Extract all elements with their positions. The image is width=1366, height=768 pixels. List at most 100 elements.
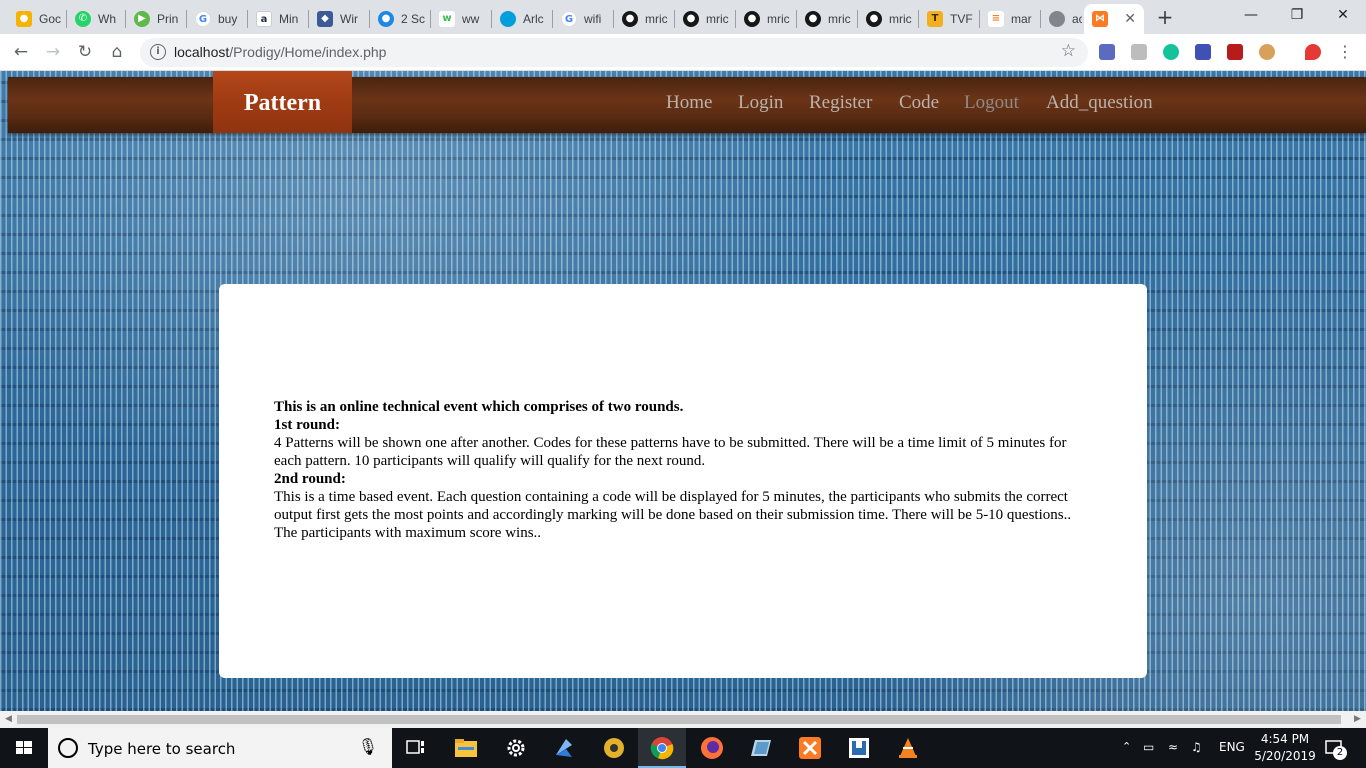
horizontal-scrollbar[interactable]: ◀ ▶ — [0, 711, 1366, 728]
browser-tab[interactable]: ● Goc — [8, 4, 63, 34]
github-icon: ● — [622, 11, 638, 27]
vlc-icon[interactable] — [884, 728, 932, 768]
browser-tab[interactable]: ✆ Wh — [67, 4, 122, 34]
tab-label: TVF — [950, 12, 973, 26]
tab-label: wifi — [584, 12, 602, 26]
scroll-right-icon[interactable]: ▶ — [1354, 714, 1361, 724]
start-button[interactable] — [0, 728, 48, 768]
app-icon[interactable] — [540, 728, 588, 768]
nav-logout[interactable]: Logout — [964, 92, 1019, 114]
settings-gear-icon[interactable] — [492, 728, 540, 768]
tab-label: mric — [828, 12, 851, 26]
reload-button[interactable]: ↻ — [72, 40, 98, 66]
round1-text: 4 Patterns will be shown one after anoth… — [274, 435, 1067, 469]
nav-home[interactable]: Home — [666, 92, 712, 114]
xampp-icon: ⋈ — [1092, 11, 1108, 27]
xampp-icon[interactable] — [786, 728, 834, 768]
cookie-extension-icon[interactable] — [1259, 44, 1275, 60]
browser-tab[interactable]: w ww — [431, 4, 489, 34]
menu-icon[interactable]: ⋮ — [1337, 42, 1353, 61]
media-app-icon[interactable] — [590, 728, 638, 768]
lastpass-icon[interactable] — [1305, 44, 1321, 60]
volume-icon[interactable]: ♫ — [1191, 740, 1202, 754]
tab-label: buy — [218, 12, 238, 26]
app-icon[interactable] — [835, 728, 883, 768]
extension-icon[interactable] — [1195, 44, 1211, 60]
tab-label: mric — [645, 12, 668, 26]
browser-tab[interactable]: T TVF — [919, 4, 977, 34]
browser-tab[interactable]: ● mric — [858, 4, 916, 34]
bookmark-star-icon[interactable]: ☆ — [1061, 41, 1076, 61]
task-view-icon[interactable] — [392, 728, 440, 768]
browser-tab[interactable]: ◆ Wir — [309, 4, 367, 34]
browser-tab-active[interactable]: ⋈ ✕ — [1084, 4, 1144, 34]
file-explorer-icon[interactable] — [442, 728, 490, 768]
clock[interactable]: 4:54 PM 5/20/2019 — [1250, 731, 1320, 765]
google-icon: G — [195, 11, 211, 27]
whatsapp-icon: ✆ — [75, 11, 91, 27]
nav-login[interactable]: Login — [738, 92, 783, 114]
scrollbar-thumb[interactable] — [17, 715, 1341, 724]
search-placeholder: Type here to search — [88, 740, 236, 758]
browser-tab[interactable]: ≡ mar — [980, 4, 1038, 34]
tab-label: mric — [889, 12, 912, 26]
browser-tab[interactable]: a Min — [248, 4, 306, 34]
notification-center-icon[interactable]: 2 — [1324, 738, 1347, 760]
chrome-icon[interactable] — [638, 728, 686, 768]
tab-label: Arlc — [523, 12, 544, 26]
browser-tab[interactable]: Gbuy — [187, 4, 245, 34]
browser-tab[interactable]: Gwifi — [553, 4, 611, 34]
browser-tab[interactable]: ● mric — [675, 4, 733, 34]
browser-tab[interactable]: ● mric — [736, 4, 794, 34]
app-icon[interactable] — [737, 728, 785, 768]
forward-button[interactable]: → — [40, 40, 66, 66]
tray-overflow-icon[interactable]: ⌃ — [1122, 740, 1131, 753]
home-button[interactable]: ⌂ — [104, 40, 130, 66]
tab-label: Wh — [98, 12, 116, 26]
browser-tab[interactable]: ● 2 Sc — [370, 4, 428, 34]
browser-tab[interactable]: Arlc — [492, 4, 550, 34]
browser-tab[interactable]: ▶ Prin — [126, 4, 184, 34]
nav-add-question[interactable]: Add_question — [1046, 92, 1153, 114]
new-tab-button[interactable]: + — [1152, 5, 1178, 31]
scroll-left-icon[interactable]: ◀ — [5, 714, 12, 724]
url-text[interactable]: localhost/Prodigy/Home/index.php — [174, 44, 386, 60]
firefox-icon[interactable] — [688, 728, 736, 768]
shield-icon: ◆ — [317, 11, 333, 27]
event-description: This is an online technical event which … — [274, 398, 1094, 542]
address-bar[interactable]: i localhost/Prodigy/Home/index.php ☆ — [140, 38, 1088, 67]
clock-time: 4:54 PM — [1260, 732, 1310, 746]
taskbar-search[interactable]: Type here to search 🎙 — [48, 728, 392, 768]
language-indicator[interactable]: ENG — [1219, 740, 1245, 754]
amazon-icon: a — [256, 11, 272, 27]
stackoverflow-icon: ≡ — [988, 11, 1004, 27]
content-card: This is an online technical event which … — [219, 284, 1147, 678]
tab-label: Goc — [39, 12, 62, 26]
browser-tab[interactable]: acn — [1041, 4, 1082, 34]
site-brand[interactable]: Pattern — [213, 71, 352, 133]
tab-label: Min — [279, 12, 299, 26]
extension-icon[interactable] — [1099, 44, 1115, 60]
github-icon: ● — [866, 11, 882, 27]
tab-label: acn — [1072, 12, 1082, 26]
clock-date: 5/20/2019 — [1254, 749, 1316, 763]
browser-tab[interactable]: ● mric — [614, 4, 672, 34]
microphone-icon[interactable]: 🎙 — [358, 737, 378, 756]
restore-button[interactable]: ❐ — [1274, 0, 1320, 32]
nav-register[interactable]: Register — [809, 92, 872, 114]
minimize-button[interactable]: — — [1228, 0, 1274, 32]
nav-code[interactable]: Code — [899, 92, 939, 114]
google-icon: G — [561, 11, 577, 27]
wifi-icon[interactable]: ≈ — [1168, 740, 1178, 754]
close-window-button[interactable]: ✕ — [1320, 0, 1366, 32]
back-button[interactable]: ← — [8, 40, 34, 66]
grammarly-icon[interactable] — [1163, 44, 1179, 60]
close-tab-icon[interactable]: ✕ — [1124, 11, 1136, 27]
play-icon: ▶ — [134, 11, 150, 27]
extension-icon[interactable] — [1131, 44, 1147, 60]
info-icon[interactable]: i — [150, 44, 166, 60]
battery-icon[interactable]: ▭ — [1143, 740, 1154, 754]
windows-logo-icon — [16, 741, 32, 754]
pdf-extension-icon[interactable] — [1227, 44, 1243, 60]
browser-tab[interactable]: ● mric — [797, 4, 855, 34]
